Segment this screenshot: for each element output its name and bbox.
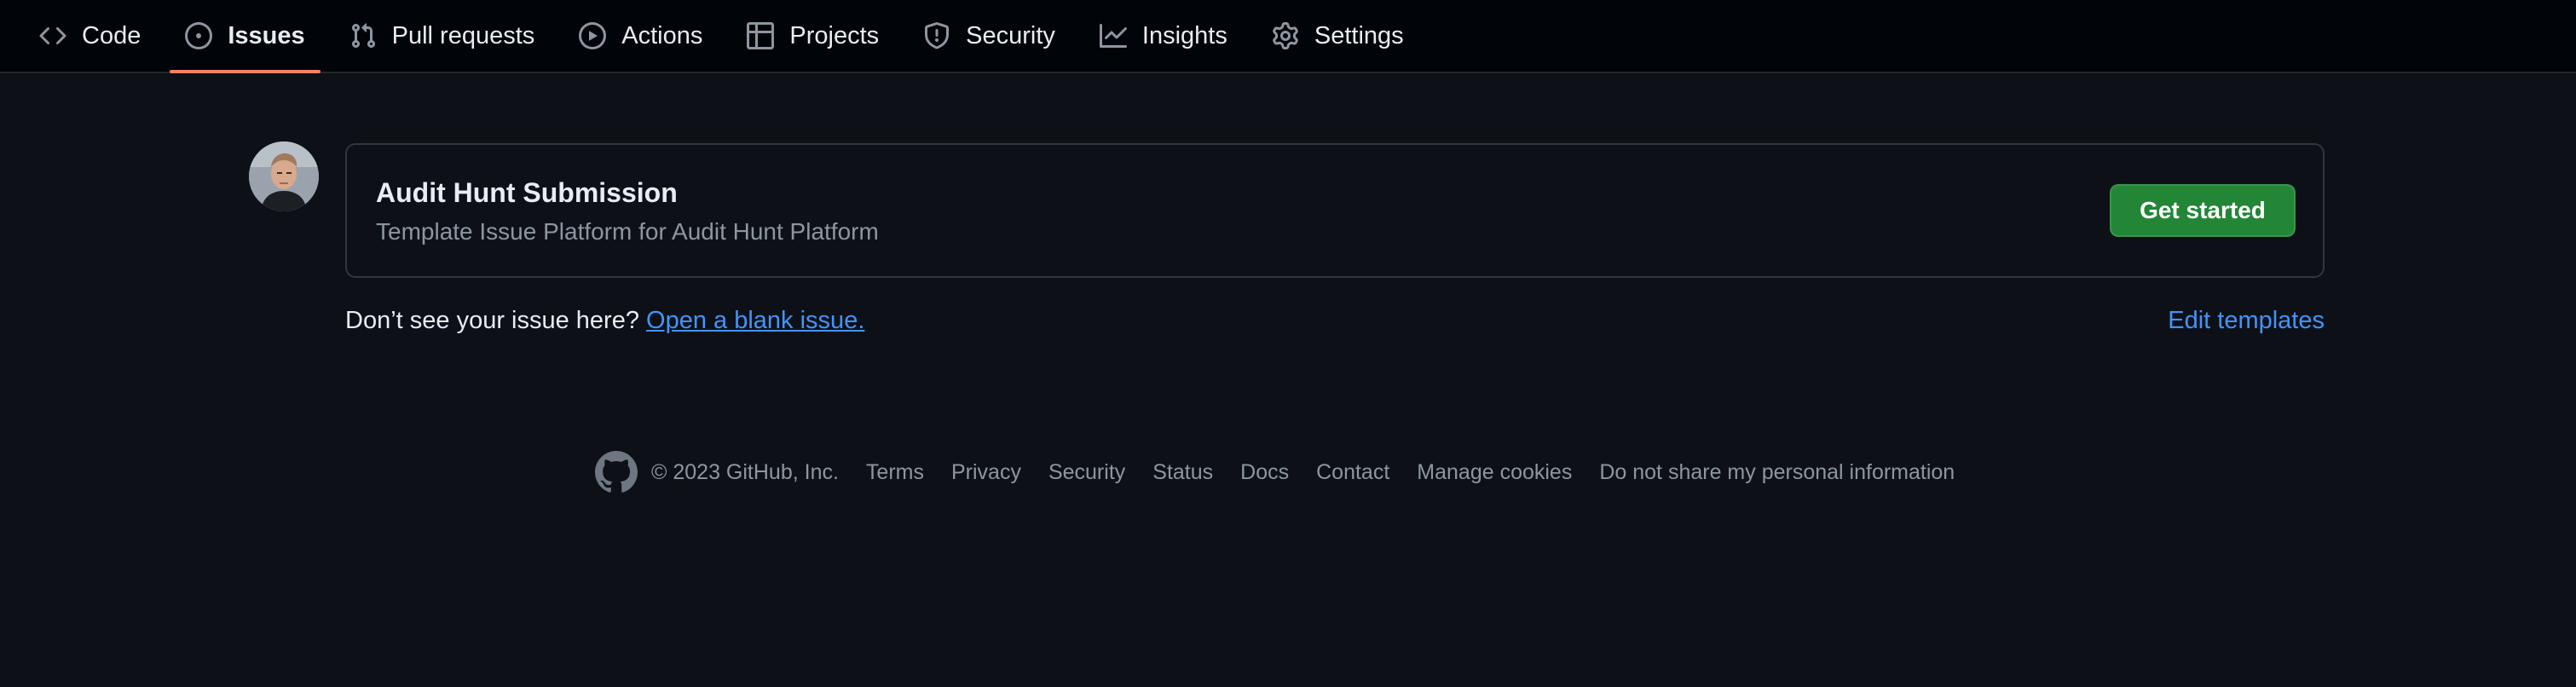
tab-issues-label: Issues <box>228 21 305 49</box>
tab-projects-label: Projects <box>789 21 880 49</box>
tab-issues[interactable]: Issues <box>170 0 321 73</box>
footer-copyright: © 2023 GitHub, Inc. <box>651 459 839 484</box>
play-icon <box>579 22 607 49</box>
footer: © 2023 GitHub, Inc. Terms Privacy Securi… <box>595 448 1955 496</box>
github-mark-icon[interactable] <box>595 451 638 494</box>
tab-actions-label: Actions <box>621 21 703 49</box>
footer-link-security[interactable]: Security <box>1048 460 1125 485</box>
git-pull-request-icon <box>349 22 377 49</box>
footer-link-manage-cookies[interactable]: Manage cookies <box>1417 460 1572 485</box>
footer-link-docs[interactable]: Docs <box>1240 460 1289 485</box>
footer-link-privacy[interactable]: Privacy <box>951 460 1021 485</box>
tab-insights[interactable]: Insights <box>1084 0 1243 72</box>
open-blank-issue-link[interactable]: Open a blank issue. <box>646 307 864 334</box>
tab-settings-label: Settings <box>1314 21 1404 49</box>
footer-link-terms[interactable]: Terms <box>866 460 924 485</box>
repo-nav: Code Issues Pull requests Actions Projec… <box>0 0 2576 73</box>
gear-icon <box>1272 22 1299 49</box>
tab-pull-requests-label: Pull requests <box>391 21 535 49</box>
avatar[interactable] <box>249 141 319 211</box>
tab-security[interactable]: Security <box>908 0 1071 72</box>
get-started-button[interactable]: Get started <box>2110 184 2296 237</box>
footer-link-do-not-share[interactable]: Do not share my personal information <box>1599 460 1955 485</box>
tab-security-label: Security <box>966 21 1055 49</box>
tab-code-label: Code <box>82 21 142 49</box>
edit-templates-link[interactable]: Edit templates <box>2168 307 2325 335</box>
graph-icon <box>1099 22 1127 49</box>
blank-issue-row: Don’t see your issue here? Open a blank … <box>345 307 2325 341</box>
repo-nav-tabs: Code Issues Pull requests Actions Projec… <box>0 0 2576 73</box>
blank-issue-prompt: Don’t see your issue here? <box>345 307 639 334</box>
tab-insights-label: Insights <box>1141 21 1227 49</box>
code-icon <box>39 22 66 49</box>
issue-opened-icon <box>185 22 213 49</box>
tab-actions[interactable]: Actions <box>563 0 718 72</box>
issue-template-card: Audit Hunt Submission Template Issue Pla… <box>345 143 2325 278</box>
footer-link-status[interactable]: Status <box>1152 460 1213 485</box>
tab-settings[interactable]: Settings <box>1256 0 1419 72</box>
shield-icon <box>923 22 950 49</box>
table-icon <box>747 22 775 49</box>
tab-projects[interactable]: Projects <box>731 0 894 72</box>
template-description: Template Issue Platform for Audit Hunt P… <box>376 218 879 245</box>
tab-code[interactable]: Code <box>24 0 156 72</box>
footer-link-contact[interactable]: Contact <box>1316 460 1389 485</box>
tab-pull-requests[interactable]: Pull requests <box>334 0 551 72</box>
template-title: Audit Hunt Submission <box>376 177 678 208</box>
